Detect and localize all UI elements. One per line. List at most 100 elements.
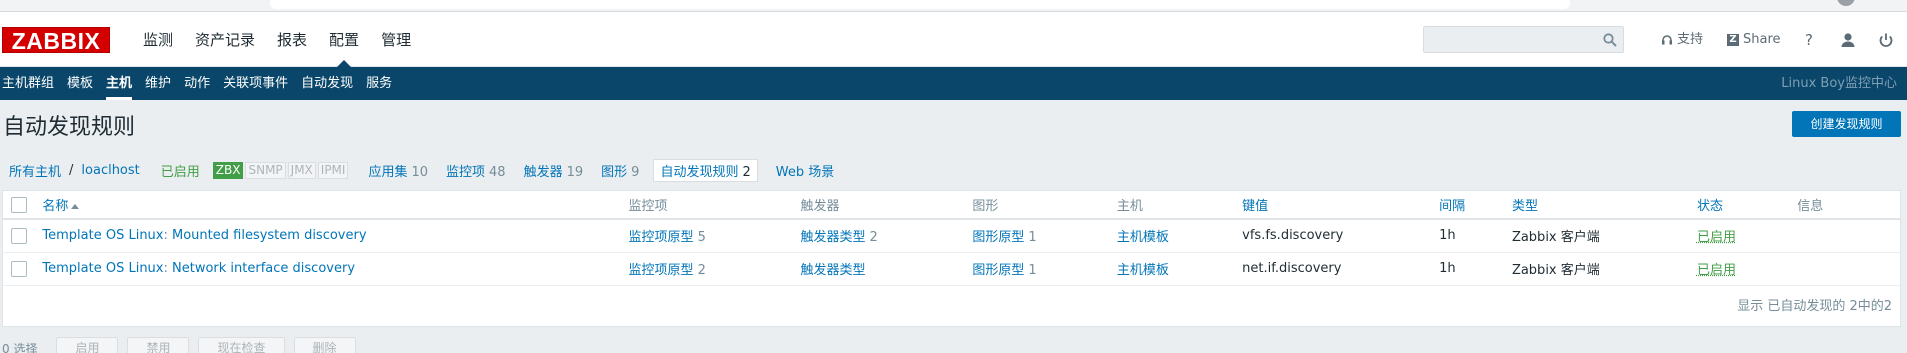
sub-nav-item-3[interactable]: 维护 [143, 67, 182, 100]
host-tab-label: Web 场景 [775, 164, 835, 180]
trigger-prototypes-link[interactable]: 触发器类型 [800, 230, 865, 245]
interface-badge-2: JMX [287, 161, 316, 179]
share-link[interactable]: Z Share [1727, 12, 1781, 68]
interface-badge-0: ZBX [212, 161, 244, 179]
table-row: Template OS Linux: Network interface dis… [3, 252, 1900, 286]
host-tab-5[interactable]: Web 场景 [776, 161, 834, 180]
host-tab-4[interactable]: 自动发现规则 2 [653, 158, 758, 182]
template-separator: : [163, 228, 173, 244]
column-status-label[interactable]: 状态 [1697, 199, 1723, 214]
key-cell: vfs.fs.discovery [1242, 219, 1440, 253]
column-header-host: 主机 [1116, 191, 1243, 220]
item-prototypes-cell: 监控项原型 2 [628, 252, 801, 286]
row-checkbox-cell [3, 219, 43, 253]
item-prototypes-link[interactable]: 监控项原型 [629, 263, 694, 278]
search-icon[interactable] [1603, 33, 1617, 47]
host-prototypes-link[interactable]: 主机模板 [1117, 263, 1169, 278]
column-header-name[interactable]: 名称 [42, 191, 629, 220]
menu-item-4[interactable]: 管理 [370, 12, 422, 67]
interval-cell: 1h [1439, 252, 1512, 286]
graph-prototypes-cell: 图形原型 1 [972, 252, 1117, 286]
sign-out-icon[interactable] [1877, 31, 1895, 49]
interval-cell: 1h [1439, 219, 1512, 253]
support-link[interactable]: 支持 [1661, 12, 1703, 68]
status-toggle[interactable]: 已启用 [1697, 263, 1736, 278]
select-all-checkbox[interactable] [11, 196, 27, 213]
column-interval-label[interactable]: 间隔 [1439, 199, 1465, 214]
column-header-interval[interactable]: 间隔 [1439, 191, 1512, 220]
column-header-status[interactable]: 状态 [1696, 191, 1798, 220]
graph-prototypes-link[interactable]: 图形原型 [972, 230, 1024, 245]
sub-nav-item-0[interactable]: 主机群组 [0, 67, 65, 100]
user-profile-icon[interactable] [1839, 31, 1857, 49]
host-status[interactable]: 已启用 [161, 161, 200, 180]
info-cell [1797, 219, 1900, 253]
breadcrumb-host[interactable]: loaclhost [81, 163, 139, 178]
browser-profile-icon[interactable] [1837, 0, 1855, 6]
host-prototypes-cell: 主机模板 [1116, 252, 1243, 286]
sub-nav-item-5[interactable]: 关联项事件 [221, 67, 299, 100]
column-header-key[interactable]: 键值 [1242, 191, 1440, 220]
sub-nav-item-6[interactable]: 自动发现 [299, 67, 364, 100]
interface-badge-1: SNMP [245, 161, 286, 179]
browser-strip [0, 0, 1907, 12]
template-link[interactable]: Template OS Linux [42, 261, 163, 276]
rule-name-link[interactable]: Mounted filesystem discovery [172, 228, 367, 243]
host-tab-0[interactable]: 应用集 10 [368, 161, 428, 180]
zabbix-logo[interactable]: ZABBIX [2, 27, 110, 54]
sub-nav-item-4[interactable]: 动作 [182, 67, 221, 100]
host-tab-count: 48 [489, 164, 506, 180]
column-type-label[interactable]: 类型 [1512, 199, 1538, 214]
template-link[interactable]: Template OS Linux [42, 228, 163, 243]
host-prototypes-link[interactable]: 主机模板 [1117, 230, 1169, 245]
address-bar[interactable] [270, 0, 1570, 9]
type-cell: Zabbix 客户端 [1511, 219, 1697, 253]
breadcrumb-separator: / [69, 162, 74, 178]
rule-name-link[interactable]: Network interface discovery [172, 261, 355, 276]
column-header-info: 信息 [1797, 191, 1900, 220]
host-tab-label: 应用集 [368, 164, 408, 180]
row-checkbox[interactable] [11, 227, 27, 244]
check-now-button[interactable]: 现在检查 [198, 337, 285, 353]
rule-name-cell: Template OS Linux: Mounted filesystem di… [42, 219, 629, 253]
host-tab-1[interactable]: 监控项 48 [446, 161, 506, 180]
enable-button[interactable]: 启用 [56, 337, 119, 353]
selected-count: 0 选择 [2, 341, 38, 353]
breadcrumb-all-hosts[interactable]: 所有主机 [9, 161, 61, 180]
table-header-row: 名称 监控项 触发器 图形 主机 键值 间隔 类型 状态 信息 [3, 191, 1900, 220]
trigger-prototypes-link[interactable]: 触发器类型 [800, 263, 865, 278]
host-tab-count: 19 [566, 164, 584, 180]
delete-button[interactable]: 删除 [293, 337, 356, 353]
page-title: 自动发现规则 [3, 115, 136, 140]
main-menu: 监测 资产记录 报表 配置 管理 [132, 12, 422, 67]
graph-prototypes-link[interactable]: 图形原型 [972, 263, 1024, 278]
sub-nav-items: 主机群组 模板 主机 维护 动作 关联项事件 自动发现 服务 [0, 67, 1907, 100]
share-label: Share [1743, 32, 1781, 47]
disable-button[interactable]: 禁用 [127, 337, 190, 353]
sub-nav-item-2[interactable]: 主机 [104, 67, 143, 100]
info-cell [1797, 252, 1900, 286]
host-tab-3[interactable]: 图形 9 [601, 161, 639, 180]
host-tab-2[interactable]: 触发器 19 [524, 161, 584, 180]
help-icon[interactable]: ? [1800, 31, 1818, 49]
column-key-label[interactable]: 键值 [1242, 199, 1268, 214]
row-checkbox[interactable] [11, 260, 27, 277]
sub-nav-item-7[interactable]: 服务 [364, 67, 403, 100]
item-prototypes-link[interactable]: 监控项原型 [629, 230, 694, 245]
host-tab-count: 10 [411, 164, 429, 180]
sub-navigation: 主机群组 模板 主机 维护 动作 关联项事件 自动发现 服务 Linux Boy监控中心 [0, 67, 1907, 100]
column-header-graphs: 图形 [972, 191, 1117, 220]
column-name-label[interactable]: 名称 [42, 199, 68, 214]
column-header-items: 监控项 [628, 191, 801, 220]
status-toggle[interactable]: 已启用 [1697, 230, 1736, 245]
host-tabs: 应用集 10 监控项 48 触发器 19 图形 9 自动发现规则 2 Web 场景 [350, 158, 834, 182]
menu-item-0[interactable]: 监测 [132, 12, 184, 67]
create-discovery-rule-button[interactable]: 创建发现规则 [1792, 111, 1901, 137]
search-input[interactable] [1424, 27, 1594, 52]
column-header-type[interactable]: 类型 [1511, 191, 1697, 220]
menu-item-1[interactable]: 资产记录 [184, 12, 266, 67]
host-tab-label: 自动发现规则 [660, 164, 739, 180]
sub-nav-item-1[interactable]: 模板 [65, 67, 104, 100]
menu-item-3[interactable]: 配置 [318, 12, 370, 67]
menu-item-2[interactable]: 报表 [266, 12, 318, 67]
